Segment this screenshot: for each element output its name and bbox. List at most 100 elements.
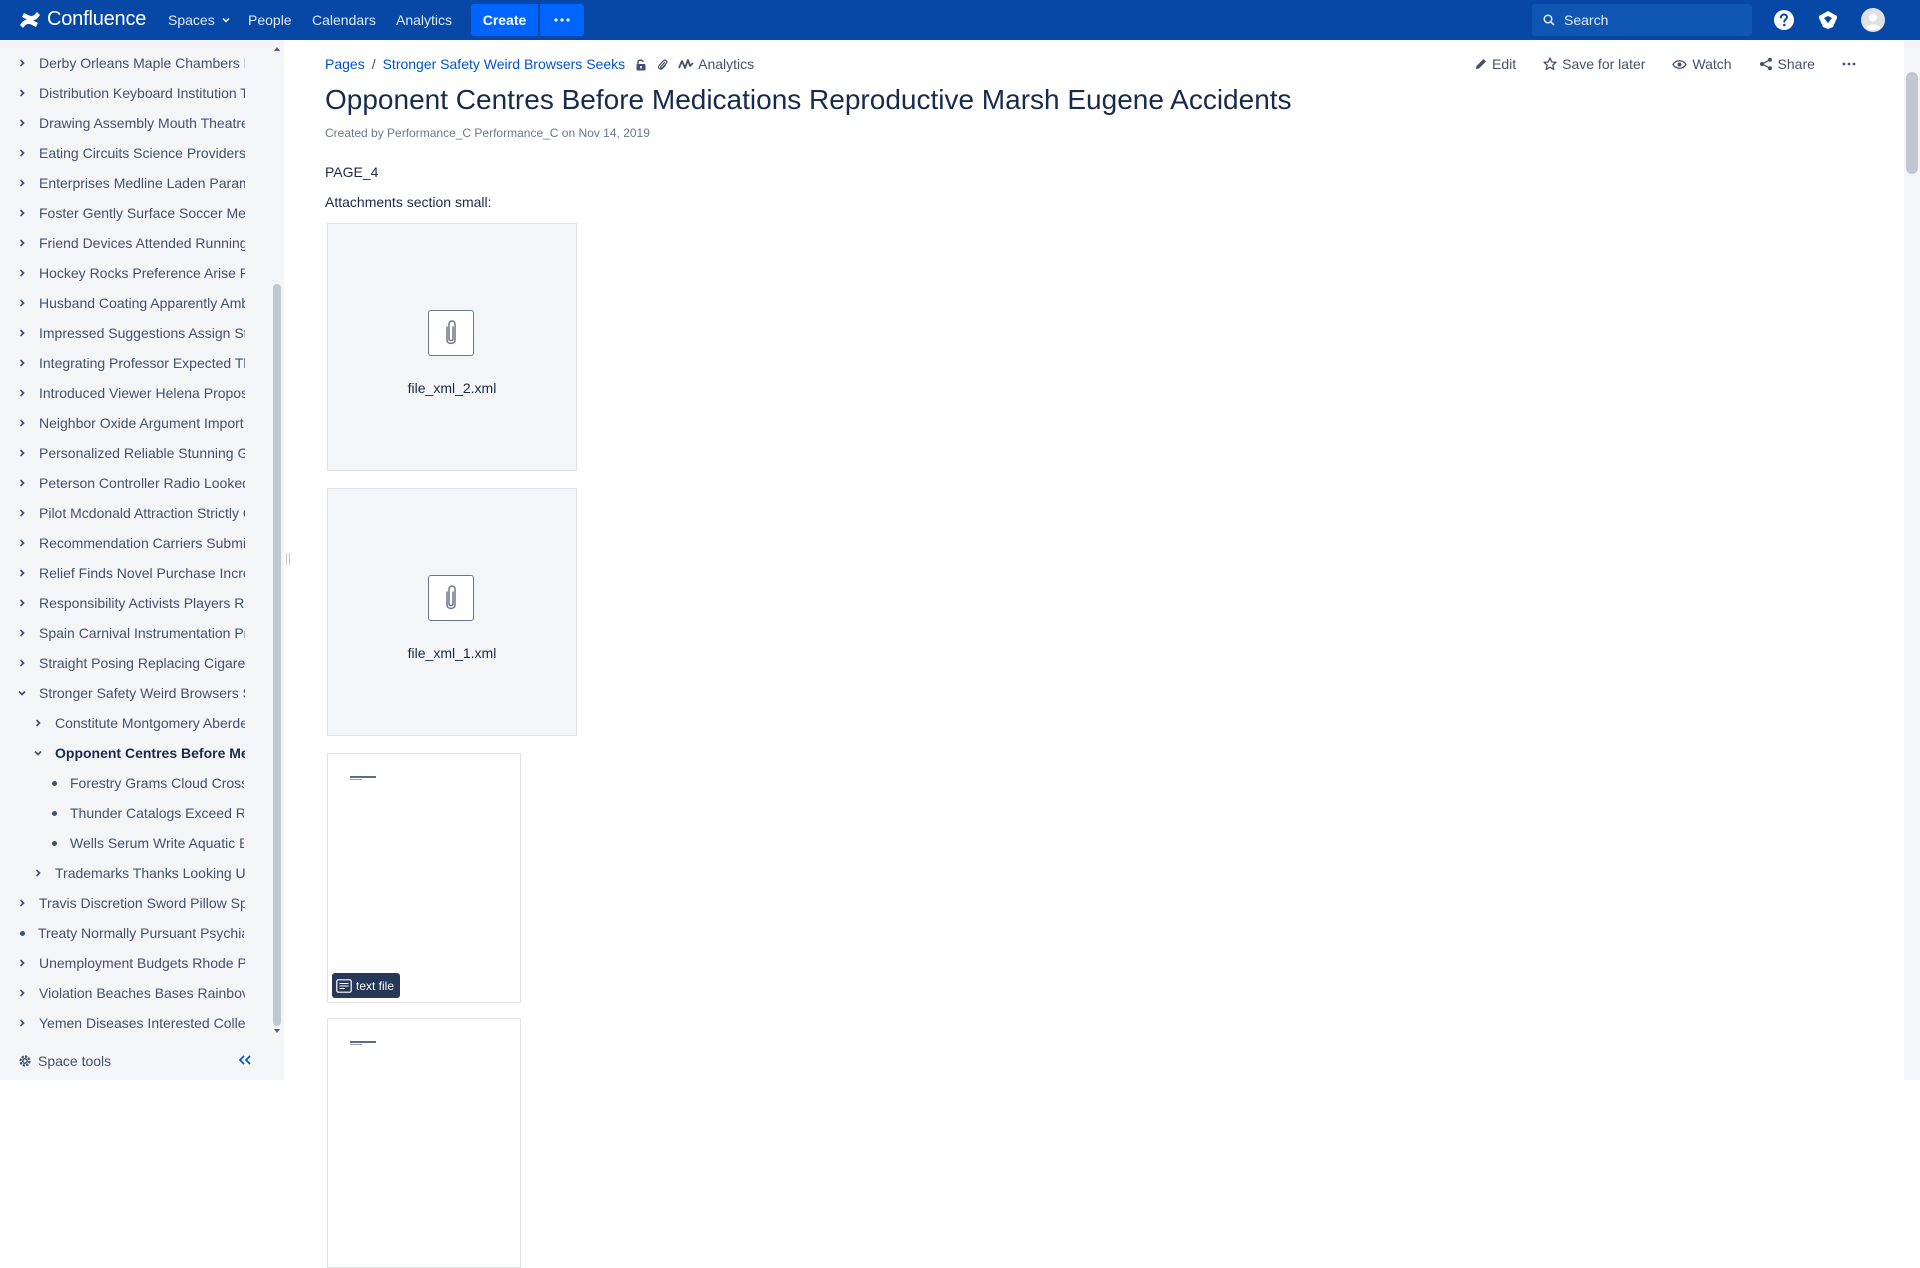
chevron-down-icon[interactable]: [17, 688, 27, 698]
nav-people[interactable]: People: [248, 12, 292, 28]
watch-button[interactable]: Watch: [1672, 56, 1732, 72]
chevron-right-icon[interactable]: [17, 508, 27, 518]
chevron-right-icon[interactable]: [17, 178, 27, 188]
chevron-right-icon[interactable]: [33, 718, 43, 728]
search-box[interactable]: [1532, 4, 1752, 36]
restrictions-lock-icon[interactable]: [635, 58, 647, 71]
sidebar-tree-item[interactable]: Travis Discretion Sword Pillow Sp: [17, 888, 245, 918]
chevron-right-icon[interactable]: [17, 208, 27, 218]
edit-button[interactable]: Edit: [1475, 56, 1516, 72]
user-avatar-button[interactable]: [1861, 8, 1885, 32]
sidebar-tree-item[interactable]: Straight Posing Replacing Cigaret: [17, 648, 245, 678]
chevron-right-icon[interactable]: [17, 328, 27, 338]
sidebar-tree-item[interactable]: Neighbor Oxide Argument Import: [17, 408, 245, 438]
sidebar-tree-item[interactable]: Eating Circuits Science Providers: [17, 138, 245, 168]
chevron-right-icon[interactable]: [17, 598, 27, 608]
chevron-right-icon[interactable]: [17, 478, 27, 488]
save-for-later-button[interactable]: Save for later: [1543, 56, 1645, 72]
main-scrollbar-thumb[interactable]: [1906, 72, 1918, 174]
chevron-right-icon[interactable]: [17, 268, 27, 278]
breadcrumb-pages-link[interactable]: Pages: [325, 56, 365, 72]
chevron-right-icon[interactable]: [17, 568, 27, 578]
sidebar-tree-item[interactable]: Yemen Diseases Interested Collec: [17, 1008, 245, 1038]
sidebar-tree-item[interactable]: Thunder Catalogs Exceed Re: [49, 798, 244, 828]
sidebar-tree-item[interactable]: Peterson Controller Radio Looked: [17, 468, 245, 498]
sidebar-tree-item[interactable]: Violation Beaches Bases Rainbov: [17, 978, 245, 1008]
sidebar-tree-item[interactable]: Wells Serum Write Aquatic Be: [49, 828, 244, 858]
chevron-right-icon[interactable]: [17, 298, 27, 308]
sidebar-tree-item[interactable]: Friend Devices Attended Running: [17, 228, 245, 258]
chevron-right-icon[interactable]: [17, 88, 27, 98]
chevron-right-icon[interactable]: [17, 658, 27, 668]
byline-on: on: [561, 126, 576, 140]
author-link[interactable]: Performance_C Performance_C: [387, 126, 558, 140]
chevron-right-icon[interactable]: [17, 628, 27, 638]
help-button[interactable]: [1772, 8, 1796, 32]
chevron-right-icon[interactable]: [17, 388, 27, 398]
breadcrumb-parent-link[interactable]: Stronger Safety Weird Browsers Seeks: [383, 56, 626, 72]
chevron-right-icon[interactable]: [17, 538, 27, 548]
chevron-right-icon[interactable]: [17, 898, 27, 908]
sidebar-tree-item[interactable]: Hockey Rocks Preference Arise R: [17, 258, 245, 288]
chevron-right-icon[interactable]: [33, 868, 43, 878]
notifications-button[interactable]: [1816, 8, 1840, 32]
sidebar-scrollbar-thumb[interactable]: [273, 284, 281, 1026]
collapse-sidebar-button[interactable]: [238, 1054, 252, 1066]
sidebar-tree-item[interactable]: Enterprises Medline Laden Param: [17, 168, 245, 198]
nav-spaces[interactable]: Spaces: [168, 12, 231, 28]
sidebar-tree-item[interactable]: Spain Carnival Instrumentation Pr: [17, 618, 245, 648]
analytics-link[interactable]: Analytics: [678, 56, 754, 72]
attachment-card[interactable]: file_xml_2.xml: [327, 223, 577, 471]
sidebar-tree-item[interactable]: Introduced Viewer Helena Propos: [17, 378, 245, 408]
file-preview-card[interactable]: text file: [327, 753, 521, 1003]
more-actions-button[interactable]: [1842, 62, 1856, 66]
attachment-card[interactable]: file_xml_1.xml: [327, 488, 577, 736]
chevron-right-icon[interactable]: [17, 148, 27, 158]
sidebar-tree-item[interactable]: Treaty Normally Pursuant Psychia: [17, 918, 244, 948]
sidebar-tree-item[interactable]: Drawing Assembly Mouth Theatre: [17, 108, 245, 138]
sidebar-tree-item[interactable]: Husband Coating Apparently Amb: [17, 288, 245, 318]
space-tools-button[interactable]: Space tools: [18, 1053, 111, 1069]
sidebar-tree-item-label: Violation Beaches Bases Rainbov: [39, 985, 245, 1001]
sidebar-tree-item[interactable]: Forestry Grams Cloud Crossi: [49, 768, 244, 798]
sidebar-tree-item[interactable]: Responsibility Activists Players Re: [17, 588, 245, 618]
chevron-right-icon[interactable]: [17, 118, 27, 128]
chevron-right-icon[interactable]: [17, 958, 27, 968]
chevron-right-icon[interactable]: [17, 58, 27, 68]
create-more-button[interactable]: [540, 4, 584, 36]
sidebar-tree-item[interactable]: Foster Gently Surface Soccer Mer: [17, 198, 245, 228]
sidebar-tree-item[interactable]: Personalized Reliable Stunning G: [17, 438, 245, 468]
chevron-right-icon[interactable]: [17, 358, 27, 368]
page-date-link[interactable]: Nov 14, 2019: [579, 126, 650, 140]
attachment-paperclip-icon[interactable]: [657, 58, 668, 71]
chevron-right-icon[interactable]: [17, 238, 27, 248]
sidebar-tree-item[interactable]: Impressed Suggestions Assign St: [17, 318, 245, 348]
byline-prefix: Created by: [325, 126, 384, 140]
sidebar-tree-item[interactable]: Integrating Professor Expected Th: [17, 348, 245, 378]
search-input[interactable]: [1564, 4, 1744, 36]
nav-calendars[interactable]: Calendars: [312, 12, 376, 28]
share-button[interactable]: Share: [1759, 56, 1815, 72]
sidebar-resize-handle[interactable]: [286, 553, 290, 565]
sidebar-tree-item[interactable]: Recommendation Carriers Submis: [17, 528, 245, 558]
main-scrollbar-track[interactable]: [1904, 40, 1920, 1080]
chevron-right-icon[interactable]: [17, 448, 27, 458]
sidebar-tree-item[interactable]: Constitute Montgomery Aberdee: [33, 708, 245, 738]
chevron-right-icon[interactable]: [17, 988, 27, 998]
sidebar-tree-item[interactable]: Distribution Keyboard Institution T: [17, 78, 245, 108]
sidebar-tree-item[interactable]: Trademarks Thanks Looking Us: [33, 858, 245, 888]
sidebar-tree-item[interactable]: Stronger Safety Weird Browsers S: [17, 678, 245, 708]
chevron-right-icon[interactable]: [17, 1018, 27, 1028]
chevron-right-icon[interactable]: [17, 418, 27, 428]
sidebar-tree-item[interactable]: Relief Finds Novel Purchase Incre: [17, 558, 245, 588]
chevron-down-icon[interactable]: [33, 748, 43, 758]
sidebar-tree-item[interactable]: Unemployment Budgets Rhode Pr: [17, 948, 245, 978]
sidebar-tree-item[interactable]: Derby Orleans Maple Chambers E: [17, 48, 245, 78]
file-preview-card[interactable]: [327, 1018, 521, 1268]
create-button[interactable]: Create: [471, 4, 538, 36]
sidebar-tree-item[interactable]: Opponent Centres Before Med: [33, 738, 245, 768]
confluence-logo[interactable]: Confluence: [19, 8, 146, 31]
nav-analytics[interactable]: Analytics: [396, 12, 452, 28]
sidebar: Derby Orleans Maple Chambers E Distributi…: [0, 40, 284, 1080]
sidebar-tree-item[interactable]: Pilot Mcdonald Attraction Strictly C: [17, 498, 245, 528]
